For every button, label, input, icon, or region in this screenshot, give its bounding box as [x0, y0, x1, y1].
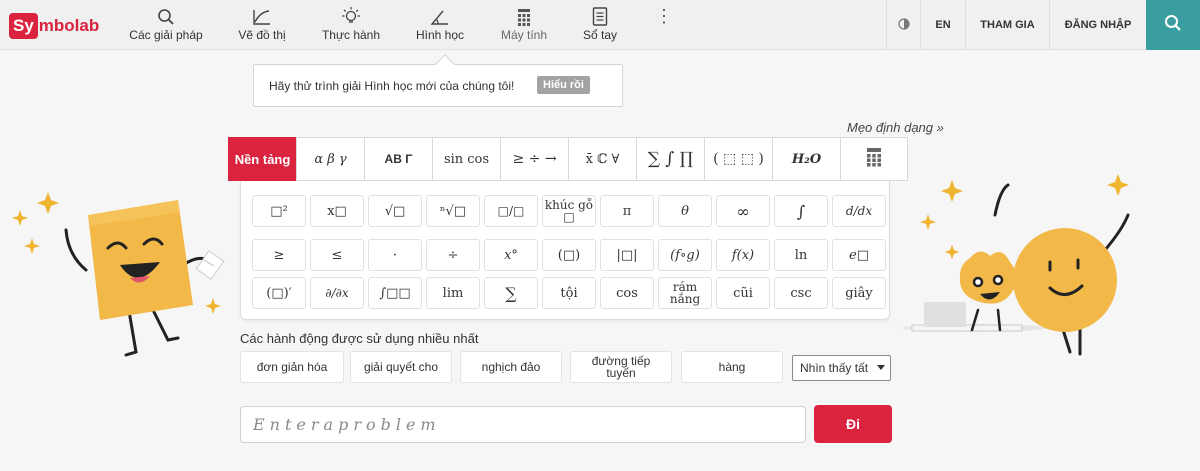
- nav-label: Sổ tay: [582, 28, 618, 42]
- search-icon: [1164, 14, 1182, 37]
- tab-greek-lower[interactable]: α β γ: [296, 137, 364, 181]
- tooltip-text: Hãy thử trình giải Hình học mới của chún…: [269, 79, 515, 93]
- top-navigation: Sy mbolab Các giải pháp Vẽ đồ thị Thực h…: [0, 0, 1200, 50]
- action-solve-for[interactable]: giải quyết cho: [350, 351, 452, 383]
- key-dot[interactable]: ·: [368, 239, 422, 271]
- key-infinity[interactable]: ∞: [716, 195, 770, 227]
- key-absolute[interactable]: |□|: [600, 239, 654, 271]
- key-integral[interactable]: ∫: [774, 195, 828, 227]
- action-tangent-line[interactable]: đường tiếp tuyến: [570, 351, 672, 383]
- more-menu-icon[interactable]: ⋮: [655, 7, 673, 30]
- key-cot[interactable]: cũi: [716, 277, 770, 309]
- key-square[interactable]: □²: [252, 195, 306, 227]
- key-derivative[interactable]: d/dx: [832, 195, 886, 227]
- action-inverse[interactable]: nghịch đảo: [460, 351, 562, 383]
- nav-label: Hình học: [415, 28, 465, 42]
- nav-label: Thực hành: [321, 28, 381, 42]
- nav-calculator[interactable]: Máy tính: [496, 0, 552, 50]
- tab-chemistry[interactable]: H₂O: [772, 137, 840, 181]
- key-leq[interactable]: ≤: [310, 239, 364, 271]
- symbolab-logo[interactable]: Sy mbolab: [9, 13, 99, 39]
- key-theta[interactable]: θ: [658, 195, 712, 227]
- tab-calculus[interactable]: ∑ ∫ ∏: [636, 137, 704, 181]
- key-parentheses[interactable]: (□): [542, 239, 596, 271]
- tab-calculator[interactable]: [840, 137, 908, 181]
- key-exp[interactable]: e□: [832, 239, 886, 271]
- formatting-tips-link[interactable]: Mẹo định dạng »: [847, 120, 944, 135]
- login-button[interactable]: ĐĂNG NHẬP: [1049, 0, 1146, 50]
- notebook-icon: [592, 0, 608, 26]
- problem-input[interactable]: [240, 406, 806, 443]
- action-simplify[interactable]: đơn giản hóa: [240, 351, 344, 383]
- key-degree[interactable]: x°: [484, 239, 538, 271]
- key-sum[interactable]: ∑: [484, 277, 538, 309]
- key-prime[interactable]: (□)′: [252, 277, 306, 309]
- nav-label: Máy tính: [500, 28, 548, 42]
- logo-text: mbolab: [38, 16, 100, 35]
- key-sin[interactable]: tội: [542, 277, 596, 309]
- key-function[interactable]: f(x): [716, 239, 770, 271]
- graph-icon: [252, 0, 272, 26]
- nav-label: Vẽ đồ thị: [238, 28, 286, 42]
- key-divide[interactable]: ÷: [426, 239, 480, 271]
- go-button[interactable]: Đi: [814, 405, 892, 443]
- nav-solutions[interactable]: Các giải pháp: [128, 0, 204, 50]
- key-cos[interactable]: cos: [600, 277, 654, 309]
- key-composition[interactable]: (f∘g): [658, 239, 712, 271]
- tooltip-arrow: [435, 54, 455, 74]
- angle-icon: [429, 0, 451, 26]
- chevron-down-icon: [877, 365, 885, 370]
- see-all-label: Nhìn thấy tất: [800, 361, 869, 375]
- key-limit[interactable]: lim: [426, 277, 480, 309]
- tab-operators[interactable]: ≥ ÷ →: [500, 137, 568, 181]
- key-geq[interactable]: ≥: [252, 239, 306, 271]
- tab-basic[interactable]: Nền tảng: [228, 137, 296, 181]
- keypad-tabs: Nền tảng α β γ AB Γ sin cos ≥ ÷ → x̄ ℂ ∀…: [228, 137, 908, 181]
- tab-sets[interactable]: x̄ ℂ ∀: [568, 137, 636, 181]
- contrast-icon: [897, 17, 910, 33]
- nav-label: Các giải pháp: [129, 28, 203, 42]
- calculator-icon: [517, 0, 531, 26]
- got-it-button[interactable]: Hiểu rồi: [537, 76, 590, 94]
- frequent-actions-label: Các hành động được sử dụng nhiều nhất: [240, 331, 479, 346]
- action-row[interactable]: hàng: [681, 351, 783, 383]
- calculator-icon: [866, 147, 882, 171]
- logo-box: Sy: [9, 13, 38, 39]
- key-pi[interactable]: π: [600, 195, 654, 227]
- search-button[interactable]: [1146, 0, 1200, 50]
- key-definite-integral[interactable]: ∫□□: [368, 277, 422, 309]
- nav-practice[interactable]: Thực hành: [320, 0, 382, 50]
- key-tan[interactable]: rám nắng: [658, 277, 712, 309]
- key-power[interactable]: x□: [310, 195, 364, 227]
- key-fraction[interactable]: □/□: [484, 195, 538, 227]
- nav-notebook[interactable]: Sổ tay: [578, 0, 622, 50]
- tab-greek-upper[interactable]: AB Γ: [364, 137, 432, 181]
- join-button[interactable]: THAM GIA: [965, 0, 1049, 50]
- key-sec[interactable]: giây: [832, 277, 886, 309]
- language-button[interactable]: EN: [920, 0, 965, 50]
- see-all-dropdown[interactable]: Nhìn thấy tất: [792, 355, 891, 381]
- geometry-tooltip: Hãy thử trình giải Hình học mới của chún…: [253, 54, 623, 107]
- key-partial[interactable]: ∂/∂x: [310, 277, 364, 309]
- key-csc[interactable]: csc: [774, 277, 828, 309]
- search-icon: [157, 0, 175, 26]
- contrast-toggle[interactable]: [886, 0, 920, 50]
- keypad-panel: □² x□ √□ ⁿ√□ □/□ khúc gỗ □ π θ ∞ ∫ d/dx …: [240, 181, 890, 320]
- right-characters-illustration: [903, 174, 1130, 356]
- key-sqrt[interactable]: √□: [368, 195, 422, 227]
- lightbulb-icon: [341, 0, 361, 26]
- tab-trig[interactable]: sin cos: [432, 137, 500, 181]
- tab-matrices[interactable]: ( ⬚ ⬚ ): [704, 137, 772, 181]
- key-nth-root[interactable]: ⁿ√□: [426, 195, 480, 227]
- key-ln[interactable]: ln: [774, 239, 828, 271]
- nav-geometry[interactable]: Hình học: [412, 0, 468, 50]
- left-character-illustration: [12, 192, 225, 357]
- key-log[interactable]: khúc gỗ □: [542, 195, 596, 227]
- nav-graphing[interactable]: Vẽ đồ thị: [234, 0, 290, 50]
